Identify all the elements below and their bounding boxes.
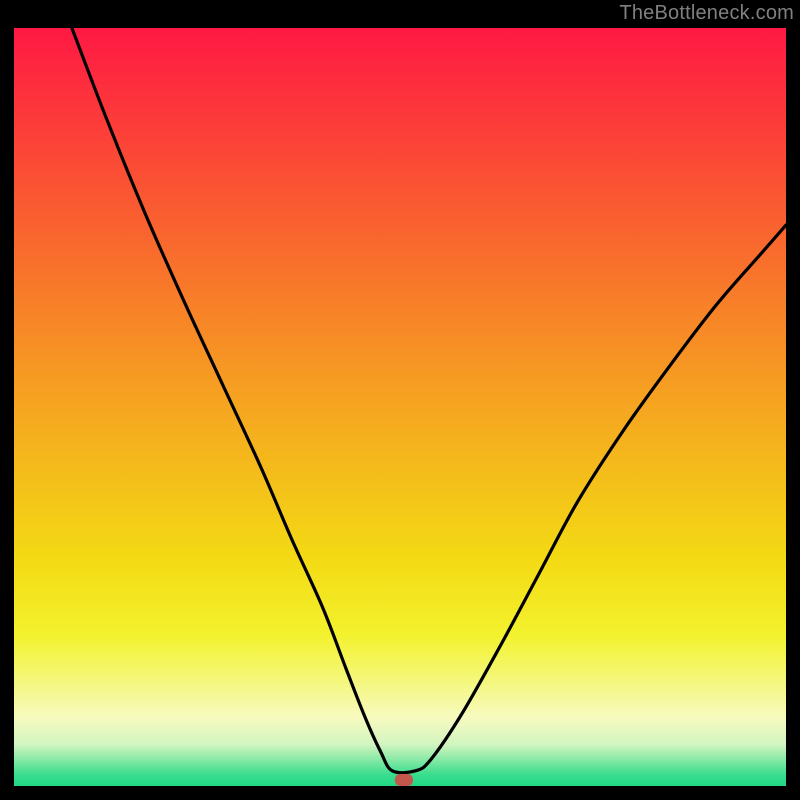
watermark-text: TheBottleneck.com	[619, 2, 794, 25]
plot-area	[14, 28, 786, 786]
gradient-background	[14, 28, 786, 786]
minimum-marker	[395, 774, 413, 786]
chart-frame: TheBottleneck.com	[0, 0, 800, 800]
chart-svg	[14, 28, 786, 786]
